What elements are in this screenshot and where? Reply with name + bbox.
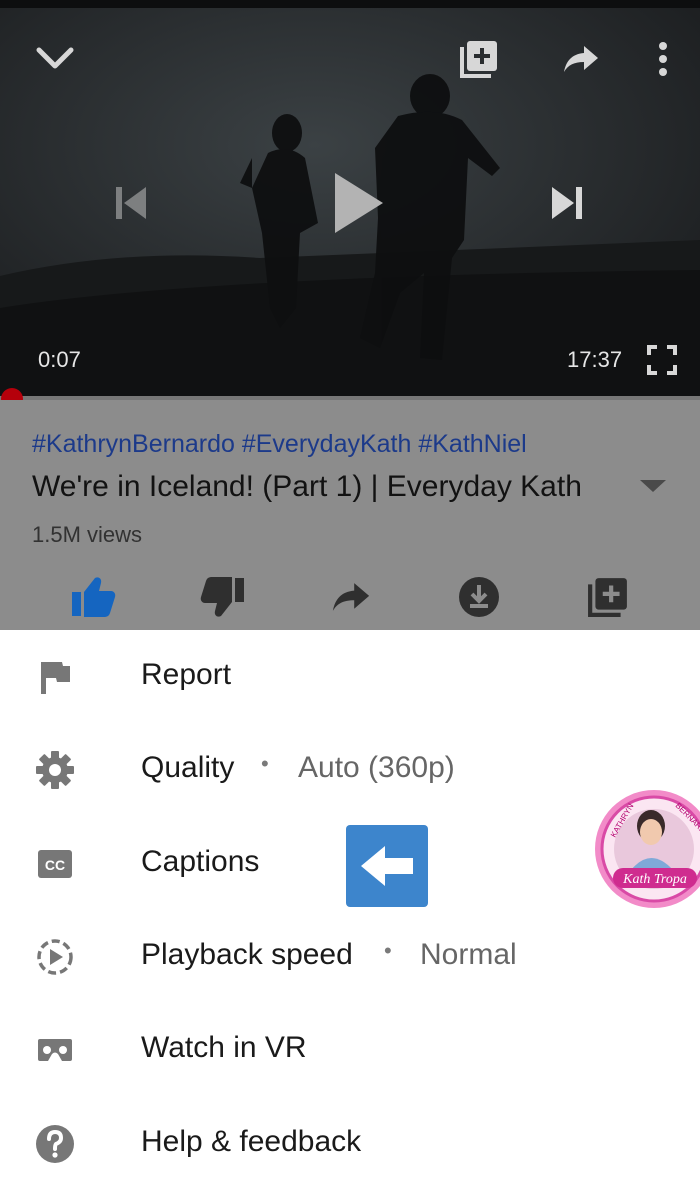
dislike-icon[interactable] xyxy=(198,572,248,622)
play-icon[interactable] xyxy=(322,166,392,240)
playback-speed-icon xyxy=(30,932,80,982)
menu-label: Report xyxy=(141,658,232,691)
fullscreen-icon[interactable] xyxy=(640,340,684,380)
like-icon[interactable] xyxy=(68,572,118,622)
menu-separator: • xyxy=(384,938,392,963)
duration: 17:37 xyxy=(567,347,623,372)
video-info-panel: #KathrynBernardo #EverydayKath #KathNiel… xyxy=(0,400,700,630)
vr-headset-icon xyxy=(30,1025,80,1075)
menu-label: Playback speed xyxy=(141,938,353,971)
video-hashtags[interactable]: #KathrynBernardo #EverydayKath #KathNiel xyxy=(32,430,527,459)
more-options-icon[interactable] xyxy=(640,36,686,82)
video-title: We're in Iceland! (Part 1) | Everyday Ka… xyxy=(32,470,582,503)
left-arrow-icon xyxy=(346,825,428,907)
expand-description-icon[interactable] xyxy=(640,480,666,492)
view-count: 1.5M views xyxy=(32,522,143,547)
player-top-strip xyxy=(0,0,700,8)
menu-item-watch-in-vr[interactable]: Watch in VR xyxy=(0,1003,700,1096)
cc-icon: CC xyxy=(30,839,80,889)
menu-item-help-feedback[interactable]: Help & feedback xyxy=(0,1097,700,1190)
channel-watermark-logo: Kath Tropa KATHRYN BERNARDO xyxy=(593,788,700,910)
download-icon[interactable] xyxy=(454,572,504,622)
menu-label: Quality xyxy=(141,751,235,784)
menu-item-playback-speed[interactable]: Playback speed • Normal xyxy=(0,910,700,1003)
share-icon[interactable] xyxy=(556,36,606,82)
menu-label: Help & feedback xyxy=(141,1125,362,1158)
previous-video-icon[interactable] xyxy=(106,178,156,228)
menu-label: Captions xyxy=(141,845,260,878)
add-to-playlist-icon[interactable] xyxy=(454,34,504,84)
video-player[interactable]: 0:07 17:37 xyxy=(0,0,700,400)
playback-speed-value: Normal xyxy=(420,938,517,971)
flag-icon xyxy=(30,652,80,702)
minimize-chevron-icon[interactable] xyxy=(30,36,80,80)
menu-item-report[interactable]: Report xyxy=(0,630,700,723)
svg-text:CC: CC xyxy=(45,857,65,873)
save-to-playlist-icon[interactable] xyxy=(583,572,633,622)
help-icon xyxy=(30,1119,80,1169)
share-icon[interactable] xyxy=(326,572,376,622)
options-menu-sheet: Report Quality • Auto (360p) CC Captions… xyxy=(0,630,700,1200)
menu-label: Watch in VR xyxy=(141,1031,307,1064)
svg-text:Kath Tropa: Kath Tropa xyxy=(622,872,687,887)
next-video-icon[interactable] xyxy=(542,178,592,228)
current-time: 0:07 xyxy=(38,347,81,372)
quality-value: Auto (360p) xyxy=(298,751,455,784)
menu-separator: • xyxy=(261,751,269,776)
gear-icon xyxy=(30,745,80,795)
